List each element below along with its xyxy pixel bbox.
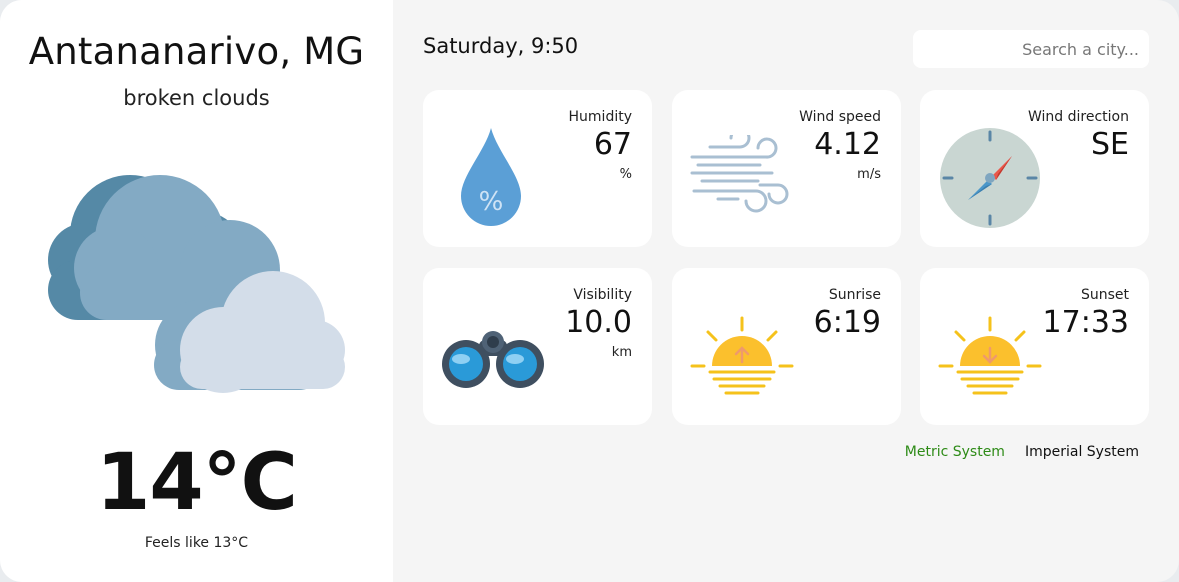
wind-speed-value: 4.12 [814,127,881,162]
metric-system-button[interactable]: Metric System [905,444,1005,460]
wind-speed-unit: m/s [857,167,881,182]
sunset-icon [938,316,1042,395]
imperial-system-button[interactable]: Imperial System [1025,444,1139,460]
wind-direction-label: Wind direction [1028,109,1129,125]
humidity-label: Humidity [568,109,632,125]
binoculars-icon [442,331,544,388]
visibility-card: Visibility 10.0 km [423,268,652,425]
city-search-input[interactable] [913,30,1149,68]
humidity-drop-icon: % [461,128,521,226]
sunrise-value: 6:19 [813,305,881,340]
humidity-value: 67 [593,127,632,162]
date-time: Saturday, 9:50 [423,34,579,58]
weather-app: Antananarivo, MG broken clouds 14°C Feel… [0,0,1179,582]
sunrise-label: Sunrise [828,287,881,303]
wind-icon [690,135,789,213]
sunrise-card: Sunrise 6:19 [672,268,901,425]
humidity-unit: % [619,167,632,182]
broken-clouds-icon [48,175,345,393]
sunset-label: Sunset [1080,287,1129,303]
wind-speed-card: Wind speed 4.12 m/s [672,90,901,247]
wind-direction-card: Wind direction SE [920,90,1149,247]
wind-direction-value: SE [1091,127,1129,162]
wind-speed-label: Wind speed [799,109,881,125]
humidity-card: % Humidity 67 % [423,90,652,247]
weather-description: broken clouds [123,86,270,110]
visibility-unit: km [611,345,632,360]
city-name: Antananarivo, MG [28,30,365,73]
sunset-value: 17:33 [1042,305,1129,340]
visibility-label: Visibility [573,287,632,303]
details-panel: Saturday, 9:50 % Humidity 67 % [393,0,1179,582]
current-weather-panel: Antananarivo, MG broken clouds 14°C Feel… [0,0,393,582]
sunrise-icon [690,316,794,395]
compass-icon [940,128,1040,228]
temperature: 14°C [96,438,298,528]
svg-text:%: % [479,187,504,217]
unit-system-toggle: Metric System Imperial System [905,444,1139,460]
visibility-value: 10.0 [565,305,632,340]
sunset-card: Sunset 17:33 [920,268,1149,425]
feels-like: Feels like 13°C [144,535,249,551]
